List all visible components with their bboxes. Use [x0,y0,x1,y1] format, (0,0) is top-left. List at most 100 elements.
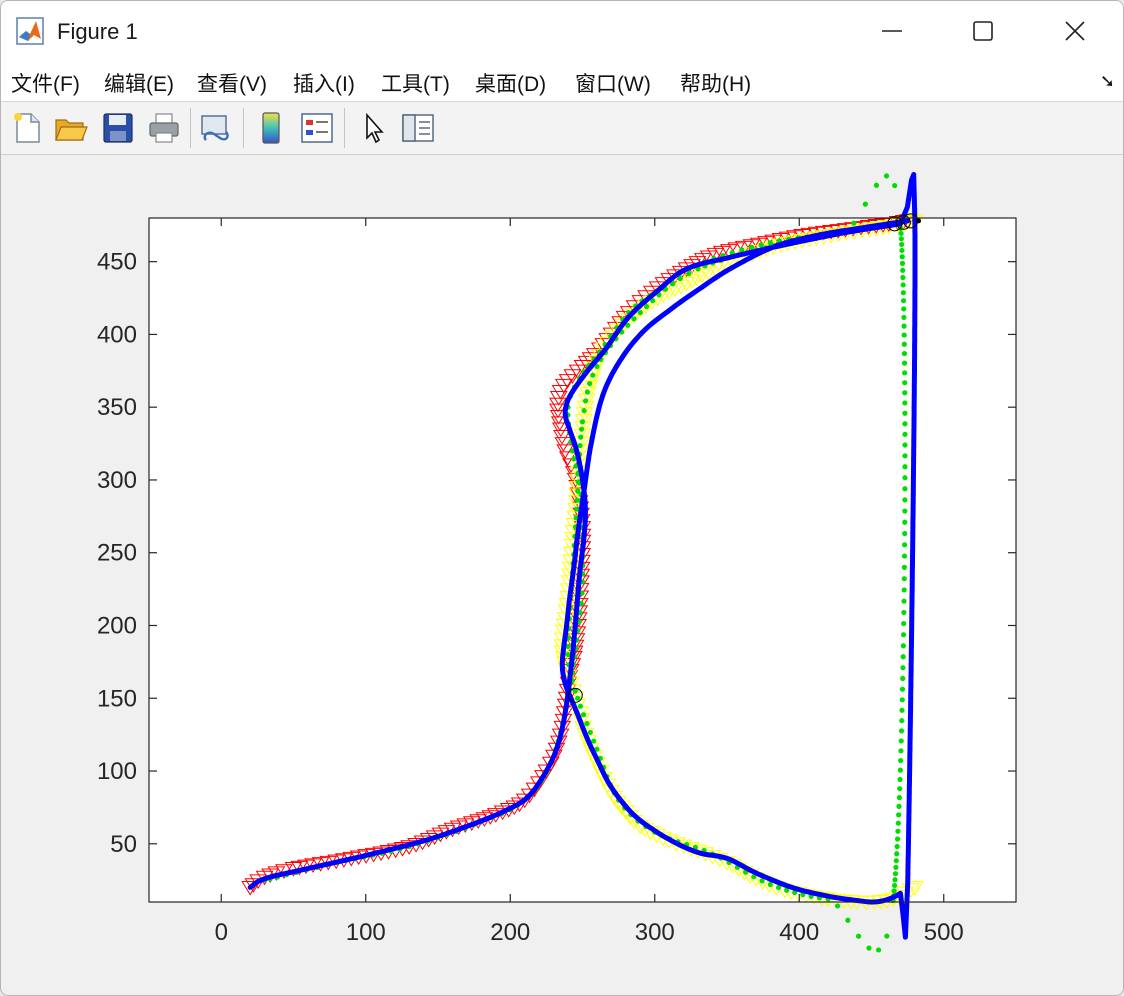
data-marker-point [899,247,905,254]
data-marker-point [897,786,903,792]
data-marker-point [901,314,907,321]
save-icon[interactable] [100,110,136,146]
data-marker-point [590,372,596,378]
data-marker-point [575,695,581,701]
toolbar-separator [243,108,244,148]
data-marker-point [901,564,908,570]
y-tick-label: 450 [97,249,137,276]
data-marker-point [898,757,904,764]
data-marker-point [902,486,908,492]
data-marker-point [900,274,906,281]
figure-window: Figure 1 文件(F) 编辑(E) 查看(V) 插入(I) 工具(T) 桌… [0,0,1124,996]
data-marker-point [583,398,589,404]
y-tick-label: 300 [97,467,137,494]
data-marker-point [898,728,905,734]
data-marker-point [591,738,597,744]
data-marker-point [578,426,585,432]
data-marker-point [901,620,907,627]
menu-desktop[interactable]: 桌面(D) [475,68,546,98]
legend-icon[interactable] [299,110,335,146]
menu-view[interactable]: 查看(V) [197,68,267,98]
data-marker-point [767,881,773,888]
data-marker-point [891,888,897,894]
data-marker-point [891,882,898,889]
data-marker-point [894,851,900,857]
data-marker-point [862,201,868,207]
data-marker-point [902,519,908,525]
data-marker-point [579,419,586,425]
data-marker-point [572,688,578,694]
link-plot-icon[interactable] [198,110,234,146]
data-marker-point [587,380,593,387]
data-marker-point [899,697,905,703]
minimize-button[interactable] [846,1,938,61]
close-icon [1065,21,1085,41]
figure-toolbar [1,101,1123,155]
data-marker-point [902,497,908,503]
data-marker-point [900,632,907,638]
data-marker-point [587,729,593,736]
close-button[interactable] [1029,1,1121,61]
menu-edit[interactable]: 编辑(E) [104,68,174,98]
data-marker-point [901,598,907,604]
data-marker-point [574,506,580,512]
menu-window[interactable]: 窗口(W) [575,68,651,98]
data-marker-point [899,707,905,713]
y-tick-label: 250 [97,540,137,567]
menu-file[interactable]: 文件(F) [11,68,80,98]
maximize-button[interactable] [937,1,1029,61]
y-tick-label: 400 [97,321,137,348]
data-marker-point [899,260,906,266]
data-marker-point [902,442,908,448]
menu-tools[interactable]: 工具(T) [381,68,450,98]
data-marker-point [898,230,904,237]
pointer-icon[interactable] [357,110,393,146]
data-marker-point [896,795,902,801]
x-tick-label: 200 [490,919,530,946]
data-marker-point [901,350,908,357]
x-tick-label: 0 [215,919,228,946]
new-figure-icon[interactable] [9,110,45,146]
data-marker-point [900,643,906,649]
data-marker-point [899,254,905,260]
data-marker-point [900,290,906,296]
data-marker-point [902,453,908,459]
data-marker-point [892,182,898,189]
data-marker-point [851,220,857,226]
data-marker-point [900,267,906,273]
data-marker-point [902,475,908,481]
colorbar-icon[interactable] [253,110,289,146]
data-marker-endpoint [916,218,922,224]
data-marker-point [901,360,908,366]
data-marker-point [902,410,908,416]
data-marker-point [898,738,904,744]
title-bar[interactable]: Figure 1 [1,1,1123,61]
data-marker-point [895,828,901,834]
x-tick-label: 100 [346,919,386,946]
data-marker-point [855,933,862,939]
property-inspector-icon[interactable] [400,110,436,146]
dock-arrow-icon[interactable]: ➘ [1100,71,1115,92]
print-icon[interactable] [146,110,182,146]
menu-help[interactable]: 帮助(H) [680,68,751,98]
x-tick-label: 500 [924,919,964,946]
data-marker-point [845,917,851,923]
open-file-icon[interactable] [53,110,89,146]
data-marker-point [580,712,587,718]
y-tick-label: 50 [110,831,137,858]
data-marker-point [899,686,906,692]
data-marker-point [900,675,906,682]
data-marker-point [893,864,899,870]
data-marker-point [901,341,907,347]
data-marker-point [575,488,581,494]
menu-insert[interactable]: 插入(I) [293,68,355,98]
data-marker-point [901,587,907,593]
data-marker-point [686,271,692,277]
x-tick-label: 400 [779,919,819,946]
minimize-icon [882,30,902,32]
data-marker-point [584,721,590,727]
data-marker-point [834,903,841,909]
data-marker-point [900,298,907,304]
data-marker-point [758,242,764,248]
data-marker-point [901,323,907,329]
